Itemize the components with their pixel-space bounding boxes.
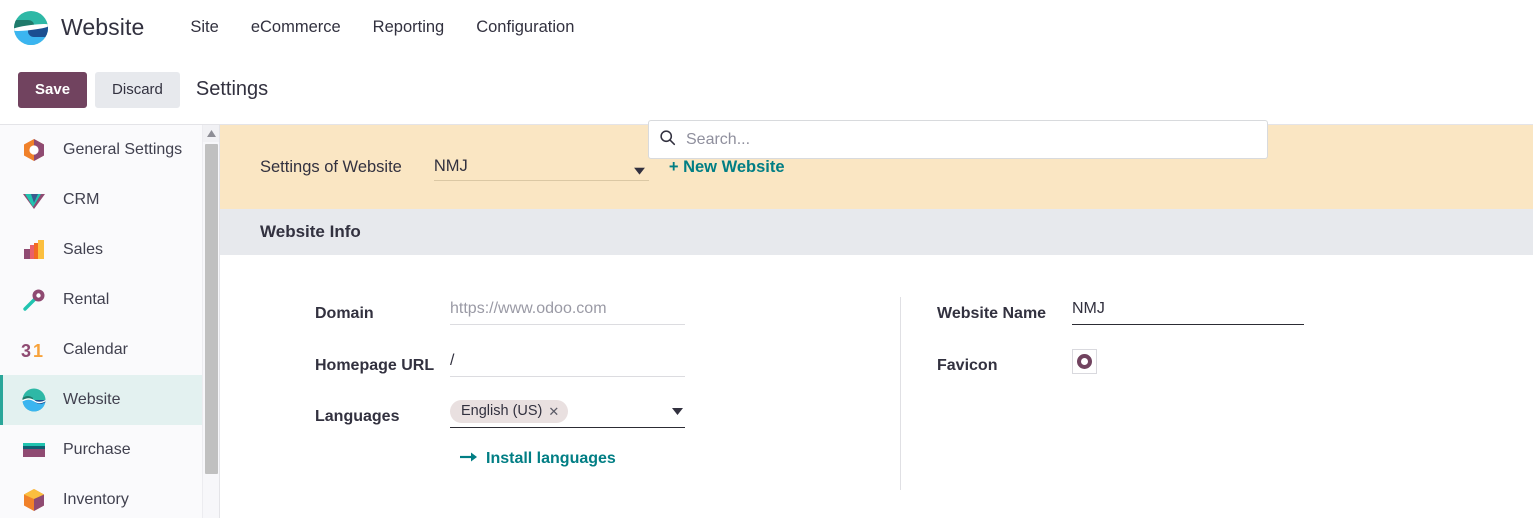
field-control	[450, 297, 685, 325]
control-bar: Save Discard Settings	[0, 55, 1533, 159]
sidebar-item-label: Website	[63, 391, 121, 408]
field-homepage-url: Homepage URL	[315, 348, 900, 379]
svg-text:1: 1	[33, 341, 43, 361]
language-tag[interactable]: English (US) ✕	[450, 400, 569, 424]
section-title: Website Info	[260, 222, 361, 241]
brand-name: Website	[61, 14, 145, 40]
settings-hexagon-icon	[21, 137, 47, 163]
rental-key-icon	[21, 287, 47, 313]
new-website-button[interactable]: + New Website	[669, 158, 785, 177]
nav-item-reporting[interactable]: Reporting	[357, 12, 461, 43]
sidebar-item-label: CRM	[63, 191, 100, 208]
homepage-url-input[interactable]	[450, 348, 685, 377]
settings-sidebar: General Settings CRM Sales Rental 3 1 Ca…	[0, 125, 220, 518]
field-website-name: Website Name	[937, 297, 1533, 327]
search-view[interactable]	[648, 120, 1268, 159]
install-languages-link[interactable]: Install languages	[460, 450, 616, 468]
website-select[interactable]: NMJ	[433, 153, 649, 181]
form-column-left: Domain Homepage URL Languages	[220, 297, 900, 490]
svg-text:3: 3	[21, 341, 31, 361]
field-control	[450, 348, 685, 377]
field-languages: Languages English (US) ✕ Install languag…	[315, 400, 900, 468]
website-app-logo-icon	[14, 10, 48, 45]
field-label: Website Name	[937, 305, 1047, 322]
sidebar-item-label: Sales	[63, 241, 104, 258]
sales-barchart-icon	[21, 237, 47, 263]
scroll-up-arrow-icon[interactable]	[203, 125, 219, 142]
sidebar-item-crm[interactable]: CRM	[0, 175, 219, 225]
page-title: Settings	[195, 78, 269, 100]
calendar-31-icon: 3 1	[21, 337, 47, 363]
settings-form: Domain Homepage URL Languages	[220, 255, 1533, 491]
sidebar-item-label: Purchase	[63, 441, 131, 458]
sidebar-item-inventory[interactable]: Inventory	[0, 475, 219, 518]
field-label: Homepage URL	[315, 356, 435, 374]
sidebar-scrollbar[interactable]	[202, 125, 219, 518]
language-tag-label: English (US)	[461, 403, 543, 420]
field-label: Domain	[315, 305, 374, 322]
install-languages-label: Install languages	[486, 450, 616, 468]
save-button[interactable]: Save	[18, 71, 88, 108]
nav-item-site[interactable]: Site	[174, 12, 234, 43]
nav-item-ecommerce[interactable]: eCommerce	[235, 12, 357, 43]
close-x-icon[interactable]: ✕	[548, 405, 559, 418]
website-globe-icon	[21, 387, 47, 413]
discard-button[interactable]: Discard	[95, 71, 180, 108]
body-wrapper: General Settings CRM Sales Rental 3 1 Ca…	[0, 124, 1533, 518]
sidebar-item-label: Calendar	[63, 341, 128, 358]
sidebar-item-sales[interactable]: Sales	[0, 225, 219, 275]
languages-tags-input[interactable]: English (US) ✕	[450, 400, 685, 429]
top-navbar: Website Site eCommerce Reporting Configu…	[0, 0, 1533, 55]
sidebar-item-purchase[interactable]: Purchase	[0, 425, 219, 475]
crm-diamond-icon	[21, 187, 47, 213]
search-icon	[659, 129, 676, 151]
sidebar-item-label: Rental	[63, 291, 110, 308]
field-label: Languages	[315, 408, 400, 426]
brand-area[interactable]: Website	[14, 10, 145, 45]
favicon-ring-icon[interactable]	[1072, 348, 1097, 374]
sidebar-item-general-settings[interactable]: General Settings	[0, 125, 219, 175]
purchase-card-icon	[21, 437, 47, 463]
sidebar-item-website[interactable]: Website	[0, 375, 219, 425]
inventory-box-icon	[21, 487, 47, 513]
chevron-down-icon	[672, 402, 683, 420]
settings-of-website-label: Settings of Website	[260, 157, 402, 176]
website-selector-wrap[interactable]: NMJ	[433, 153, 649, 181]
website-name-input[interactable]	[1072, 297, 1304, 325]
search-input[interactable]	[684, 121, 1257, 158]
field-control: English (US) ✕ Install languages	[450, 400, 685, 468]
sidebar-item-label: Inventory	[63, 491, 129, 508]
nav-item-configuration[interactable]: Configuration	[460, 12, 590, 43]
nav-menu: Site eCommerce Reporting Configuration	[174, 12, 590, 43]
field-domain: Domain	[315, 297, 900, 327]
field-control	[1072, 348, 1307, 374]
scrollbar-thumb[interactable]	[205, 144, 218, 474]
form-column-right: Website Name Favicon	[900, 297, 1533, 491]
sidebar-item-label: General Settings	[63, 141, 183, 158]
website-info-section-header: Website Info	[220, 209, 1533, 255]
field-control	[1072, 297, 1307, 325]
settings-content: Settings of Website NMJ + New Website We…	[220, 125, 1533, 518]
arrow-right-icon	[460, 450, 477, 468]
field-label: Favicon	[937, 356, 998, 374]
sidebar-item-calendar[interactable]: 3 1 Calendar	[0, 325, 219, 375]
domain-input[interactable]	[450, 297, 685, 325]
field-favicon: Favicon	[937, 348, 1533, 379]
sidebar-item-rental[interactable]: Rental	[0, 275, 219, 325]
